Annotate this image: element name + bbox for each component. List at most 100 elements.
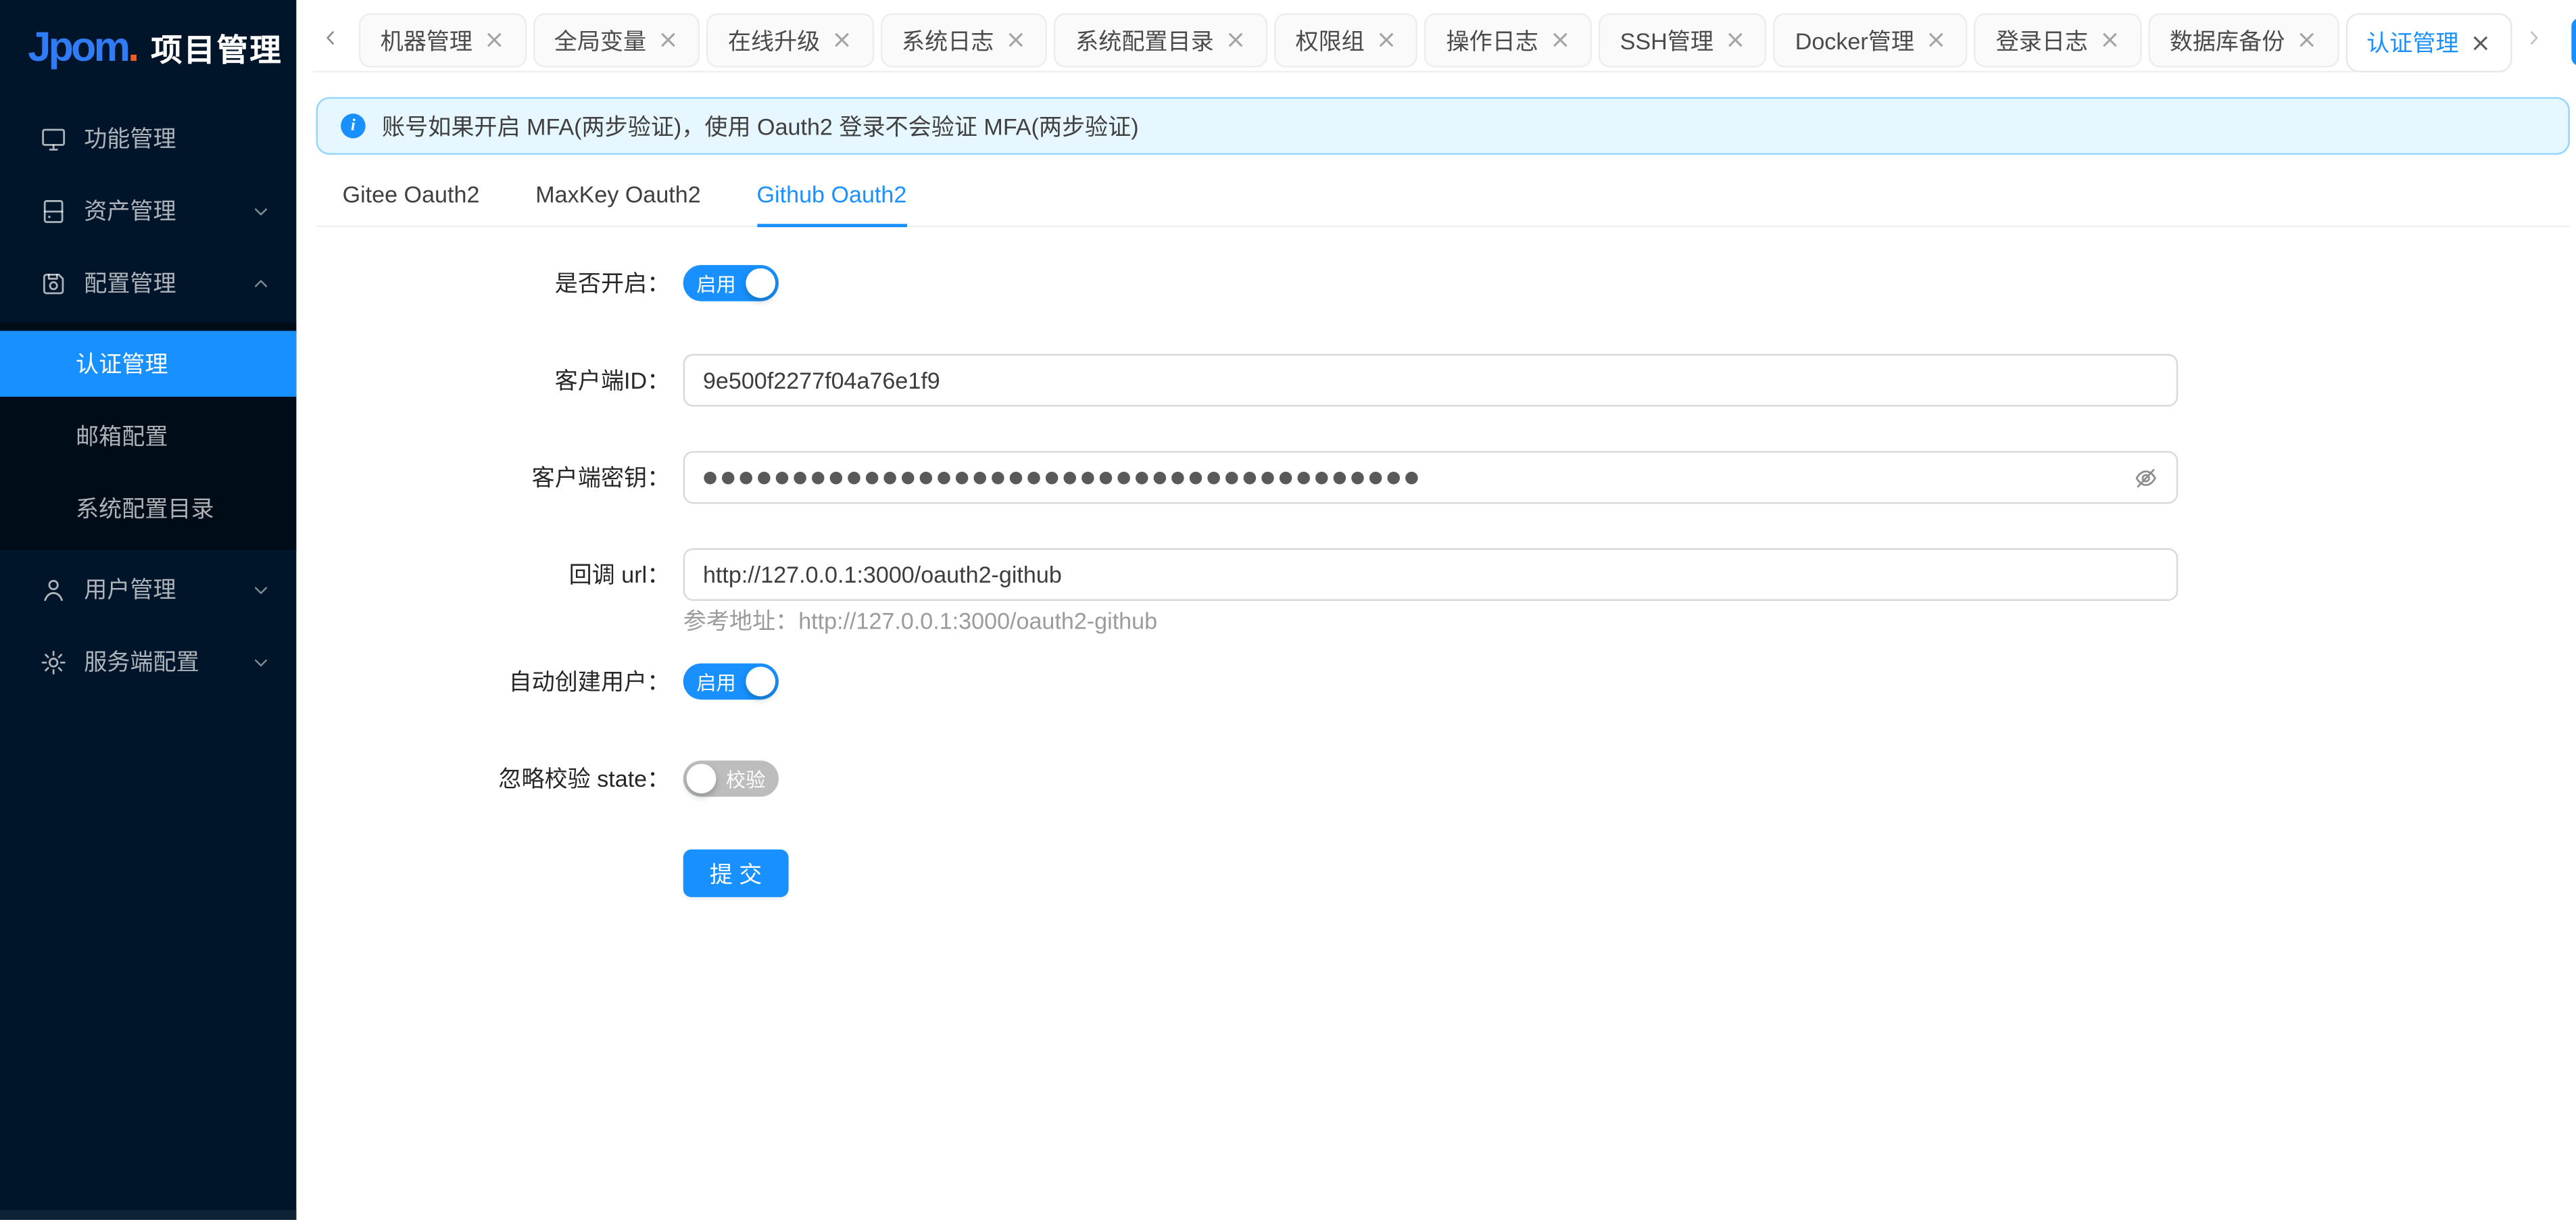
chevron-down-icon [252, 653, 270, 671]
callback-url-label: 回调 url： [316, 548, 683, 601]
close-icon[interactable]: × [658, 28, 679, 53]
tab-label: 权限组 [1295, 24, 1364, 57]
masked-password-text: ●●●●●●●●●●●●●●●●●●●●●●●●●●●●●●●●●●●●●●●● [703, 468, 2133, 487]
oauth-tab-github[interactable]: Github Oauth2 [757, 168, 907, 225]
page-tab-系统日志[interactable]: 系统日志 × [880, 13, 1047, 67]
sidebar-bottom-strip [0, 1210, 296, 1220]
menu-item-label: 资产管理 [84, 194, 235, 227]
logo-text: Jpom [28, 24, 128, 72]
sidebar-menu: 功能管理资产管理配置管理认证管理邮箱配置系统配置目录用户管理服务端配置 [0, 95, 296, 1210]
sidebar-item-服务端配置[interactable]: 服务端配置 [0, 629, 296, 694]
tab-label: 登录日志 [1996, 24, 2088, 57]
page-tab-全局变量[interactable]: 全局变量 × [533, 13, 700, 67]
close-icon[interactable]: × [831, 28, 852, 53]
tabs-scroll-left-button[interactable] [310, 13, 352, 67]
client-id-label: 客户端ID： [316, 354, 683, 407]
tab-label: 在线升级 [728, 24, 820, 57]
page-tab-登录日志[interactable]: 登录日志 × [1974, 13, 2141, 67]
menu-item-label: 用户管理 [84, 573, 235, 606]
page-tab-Docker管理[interactable]: Docker管理 × [1774, 13, 1968, 67]
switch-on-text: 启用 [696, 269, 735, 297]
page-tab-机器管理[interactable]: 机器管理 × [359, 13, 526, 67]
logo-dot: . [128, 24, 139, 72]
oauth-tab-maxkey[interactable]: MaxKey Oauth2 [535, 168, 701, 225]
tab-label: Docker管理 [1795, 24, 1914, 57]
page-tab-系统配置目录[interactable]: 系统配置目录× [1054, 13, 1267, 67]
tab-label: 系统日志 [902, 24, 994, 57]
sidebar-submenu: 认证管理邮箱配置系统配置目录 [0, 322, 296, 550]
close-icon[interactable]: × [1926, 28, 1947, 53]
sidebar-subitem-系统配置目录[interactable]: 系统配置目录 [0, 476, 296, 541]
page-tab-认证管理[interactable]: 认证管理 × [2345, 13, 2512, 72]
form-item-client-id: 客户端ID： [316, 354, 2570, 407]
enabled-switch[interactable]: 启用 [683, 265, 779, 301]
page-tab-在线升级[interactable]: 在线升级 × [706, 13, 873, 67]
form-item-enabled: 是否开启： 启用 [316, 257, 2570, 310]
enabled-label: 是否开启： [316, 257, 683, 310]
page-tab-数据库备份[interactable]: 数据库备份 × [2148, 13, 2338, 67]
close-icon[interactable]: × [2471, 30, 2492, 55]
menu-item-label: 系统配置目录 [76, 492, 270, 525]
page-tab-操作日志[interactable]: 操作日志 × [1425, 13, 1592, 67]
tab-label: SSH管理 [1620, 24, 1714, 57]
form-item-ignore-state: 忽略校验 state： 校验 [316, 752, 2570, 805]
switch-knob [687, 764, 716, 794]
sidebar-item-用户管理[interactable]: 用户管理 [0, 556, 296, 622]
callback-url-input[interactable] [683, 548, 2178, 601]
close-icon[interactable]: × [2099, 28, 2120, 53]
mfa-info-alert: i 账号如果开启 MFA(两步验证)，使用 Oauth2 登录不会验证 MFA(… [316, 97, 2570, 155]
tab-label: 全局变量 [554, 24, 646, 57]
tabs-scroll-right-button[interactable] [2512, 13, 2555, 67]
menu-item-label: 配置管理 [84, 267, 235, 300]
gear-icon [39, 648, 67, 675]
info-icon: i [341, 114, 366, 139]
sidebar-subitem-认证管理[interactable]: 认证管理 [0, 331, 296, 397]
callback-url-hint: 参考地址：http://127.0.0.1:3000/oauth2-github [683, 606, 2570, 635]
client-secret-input[interactable]: ●●●●●●●●●●●●●●●●●●●●●●●●●●●●●●●●●●●●●●●● [683, 451, 2178, 504]
close-icon[interactable]: × [1005, 28, 1026, 53]
close-icon[interactable]: × [1725, 28, 1746, 53]
switch-knob [746, 666, 775, 696]
sidebar-item-配置管理[interactable]: 配置管理 [0, 250, 296, 316]
sidebar: Jpom. 项目管理 功能管理资产管理配置管理认证管理邮箱配置系统配置目录用户管… [0, 0, 296, 1220]
menu-item-label: 功能管理 [84, 122, 270, 155]
close-icon[interactable]: × [484, 28, 505, 53]
chevron-up-icon [252, 274, 270, 293]
tab-label: 操作日志 [1447, 24, 1538, 57]
tab-label: 机器管理 [381, 24, 472, 57]
chevron-right-icon [2524, 26, 2544, 55]
chevron-left-icon [321, 26, 341, 55]
close-icon[interactable]: × [1376, 28, 1397, 53]
page-tab-权限组[interactable]: 权限组 × [1274, 13, 1418, 67]
auto-create-user-switch[interactable]: 启用 [683, 664, 779, 700]
auto-create-user-label: 自动创建用户： [316, 655, 683, 708]
menu-item-label: 服务端配置 [84, 645, 235, 679]
sidebar-item-资产管理[interactable]: 资产管理 [0, 178, 296, 243]
form-item-client-secret: 客户端密钥： ●●●●●●●●●●●●●●●●●●●●●●●●●●●●●●●●●… [316, 451, 2570, 504]
client-id-input[interactable] [683, 354, 2178, 407]
close-icon[interactable]: × [1550, 28, 1571, 53]
page-tab-SSH管理[interactable]: SSH管理 × [1599, 13, 1767, 67]
sidebar-subitem-邮箱配置[interactable]: 邮箱配置 [0, 404, 296, 469]
ignore-state-label: 忽略校验 state： [316, 752, 683, 805]
admin-dropdown-button[interactable]: 系统管理员 [2571, 18, 2576, 66]
menu-item-label: 认证管理 [76, 347, 270, 381]
jpom-app: Jpom. 项目管理 功能管理资产管理配置管理认证管理邮箱配置系统配置目录用户管… [0, 0, 2576, 1220]
tab-label: 数据库备份 [2170, 24, 2285, 57]
chevron-down-icon [252, 201, 270, 220]
top-tab-bar: 机器管理×全局变量×在线升级×系统日志×系统配置目录×权限组×操作日志×SSH管… [296, 0, 2576, 82]
switch-off-text: 校验 [726, 764, 765, 792]
eye-invisible-icon[interactable] [2133, 465, 2158, 490]
main-column: 机器管理×全局变量×在线升级×系统日志×系统配置目录×权限组×操作日志×SSH管… [296, 0, 2576, 1220]
alert-text: 账号如果开启 MFA(两步验证)，使用 Oauth2 登录不会验证 MFA(两步… [382, 109, 1139, 143]
hdd-icon [39, 197, 67, 224]
tab-label: 认证管理 [2366, 26, 2458, 59]
close-icon[interactable]: × [2296, 28, 2317, 53]
chevron-down-icon [252, 581, 270, 599]
oauth-tab-gitee[interactable]: Gitee Oauth2 [343, 168, 480, 225]
close-icon[interactable]: × [1225, 28, 1246, 53]
oauth-config-form: 是否开启： 启用 客户端ID： 客户端密钥： [316, 227, 2570, 897]
ignore-state-switch[interactable]: 校验 [683, 760, 779, 797]
sidebar-item-功能管理[interactable]: 功能管理 [0, 105, 296, 171]
submit-button[interactable]: 提 交 [683, 850, 789, 898]
